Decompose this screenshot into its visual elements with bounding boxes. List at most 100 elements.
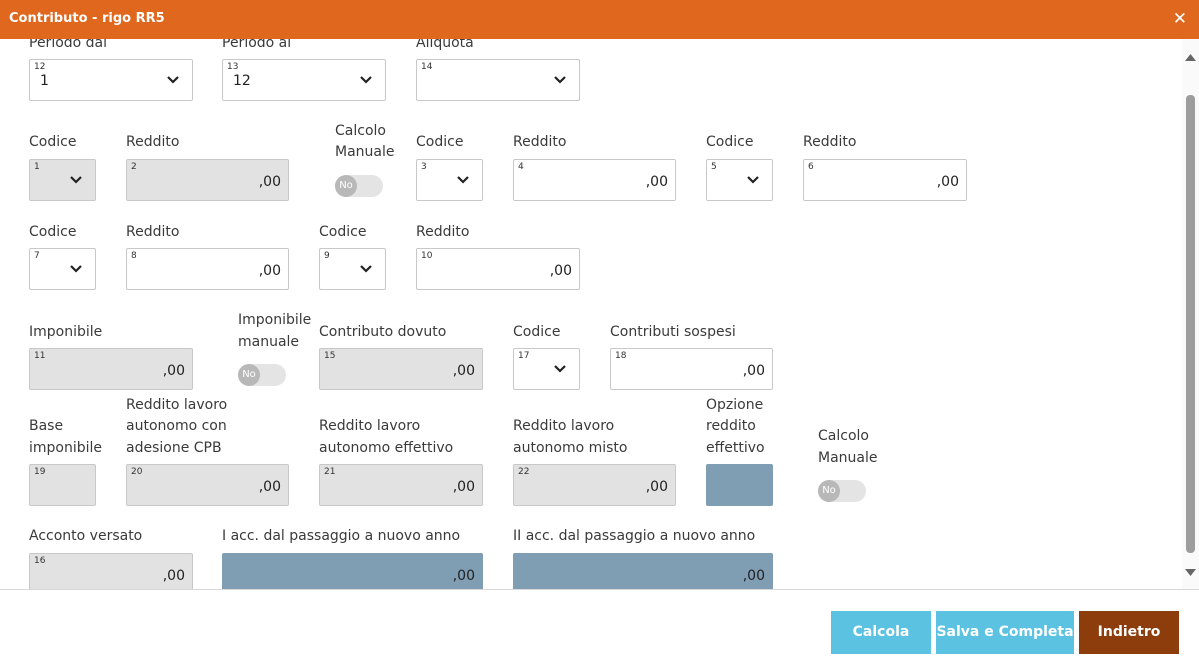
field-value: ,00 — [742, 363, 765, 379]
select-codice-1[interactable]: 1 — [29, 159, 96, 201]
field-number: 2 — [131, 162, 137, 172]
label-codice-1: Codice — [29, 134, 77, 150]
toggle-knob: No — [335, 175, 357, 197]
label-codice-7: Codice — [29, 224, 77, 240]
label-ii-acc: II acc. dal passaggio a nuovo anno — [513, 528, 756, 544]
label-reddito-2: Reddito — [126, 134, 180, 150]
label-base-imponibile: Base — [29, 418, 64, 434]
select-periodo-dal[interactable]: 12 1 — [29, 59, 193, 101]
chevron-down-icon — [554, 76, 566, 84]
field-number: 3 — [421, 162, 427, 172]
label-calcolo-manuale-b: Calcolo — [818, 428, 869, 444]
label-base-imponibile-2: imponibile — [29, 440, 103, 456]
field-imponibile: 11 ,00 — [29, 348, 193, 390]
field-rla-misto: 22 ,00 — [513, 464, 676, 506]
toggle-calcolo-manuale-b[interactable]: No — [818, 480, 866, 502]
field-rla-effettivo: 21 ,00 — [319, 464, 483, 506]
select-codice-3[interactable]: 3 — [416, 159, 483, 201]
chevron-down-icon — [457, 176, 469, 184]
select-aliquota[interactable]: 14 — [416, 59, 580, 101]
toggle-calcolo-manuale[interactable]: No — [335, 175, 383, 197]
label-calcolo-manuale: Calcolo — [335, 123, 386, 139]
field-i-acc: ,00 — [222, 553, 483, 589]
scroll-up-icon[interactable] — [1185, 53, 1196, 61]
field-number: 5 — [711, 162, 717, 172]
field-number: 4 — [518, 162, 524, 172]
field-value: ,00 — [742, 568, 765, 584]
input-reddito-4[interactable]: 4 ,00 — [513, 159, 676, 201]
field-number: 12 — [34, 62, 46, 72]
select-periodo-al[interactable]: 13 12 — [222, 59, 386, 101]
field-value: ,00 — [645, 174, 668, 190]
field-acconto-versato: 16 ,00 — [29, 553, 193, 589]
field-number: 16 — [34, 556, 46, 566]
label-opzione-3: effettivo — [706, 440, 765, 456]
input-reddito-8[interactable]: 8 ,00 — [126, 248, 289, 290]
chevron-down-icon — [360, 265, 372, 273]
field-ii-acc: ,00 — [513, 553, 773, 589]
indietro-button[interactable]: Indietro — [1079, 611, 1179, 654]
vertical-scrollbar[interactable] — [1182, 39, 1199, 589]
label-reddito-4: Reddito — [513, 134, 567, 150]
select-codice-9[interactable]: 9 — [319, 248, 386, 290]
field-number: 1 — [34, 162, 40, 172]
label-reddito-8: Reddito — [126, 224, 180, 240]
chevron-down-icon — [167, 76, 179, 84]
field-value: ,00 — [936, 174, 959, 190]
field-number: 21 — [324, 467, 336, 477]
chevron-down-icon — [360, 76, 372, 84]
dialog-titlebar: Contributo - rigo RR5 ✕ — [0, 0, 1199, 39]
input-reddito-10[interactable]: 10 ,00 — [416, 248, 580, 290]
field-number: 18 — [615, 351, 627, 361]
field-value: ,00 — [258, 479, 281, 495]
select-codice-17[interactable]: 17 — [513, 348, 580, 390]
field-value: ,00 — [162, 568, 185, 584]
label-periodo-al: Periodo al — [222, 39, 292, 51]
field-number: 20 — [131, 467, 143, 477]
input-contributi-sospesi[interactable]: 18 ,00 — [610, 348, 773, 390]
field-opzione-reddito-effettivo — [706, 464, 773, 506]
label-calcolo-manuale-2: Manuale — [335, 144, 395, 160]
label-imponibile: Imponibile — [29, 324, 103, 340]
chevron-down-icon — [554, 365, 566, 373]
select-codice-7[interactable]: 7 — [29, 248, 96, 290]
scroll-down-icon[interactable] — [1185, 569, 1196, 577]
form-content: Periodo dal Periodo al Aliquota 12 1 13 … — [0, 39, 1199, 589]
field-number: 14 — [421, 62, 433, 72]
select-codice-5[interactable]: 5 — [706, 159, 773, 201]
toggle-imponibile-manuale[interactable]: No — [238, 364, 286, 386]
field-base-imponibile: 19 — [29, 464, 96, 506]
label-imponibile-manuale-2: manuale — [238, 334, 300, 350]
close-icon[interactable]: ✕ — [1173, 9, 1187, 29]
label-contributo-dovuto: Contributo dovuto — [319, 324, 447, 340]
chevron-down-icon — [747, 176, 759, 184]
label-rla-effettivo: Reddito lavoro — [319, 418, 421, 434]
label-opzione: Opzione — [706, 397, 764, 413]
label-rla-misto: Reddito lavoro — [513, 418, 615, 434]
scrollbar-thumb[interactable] — [1186, 95, 1195, 553]
label-codice-5: Codice — [706, 134, 754, 150]
label-acconto-versato: Acconto versato — [29, 528, 143, 544]
toggle-knob: No — [238, 364, 260, 386]
chevron-down-icon — [70, 176, 82, 184]
field-number: 22 — [518, 467, 530, 477]
field-number: 11 — [34, 351, 46, 361]
field-number: 13 — [227, 62, 239, 72]
field-value: ,00 — [258, 263, 281, 279]
field-number: 17 — [518, 351, 530, 361]
dialog-title: Contributo - rigo RR5 — [9, 11, 165, 26]
calcola-button[interactable]: Calcola — [831, 611, 931, 654]
field-number: 10 — [421, 251, 433, 261]
label-codice-9: Codice — [319, 224, 367, 240]
field-value: ,00 — [258, 174, 281, 190]
select-value: 1 — [40, 73, 49, 89]
field-number: 9 — [324, 251, 330, 261]
input-reddito-6[interactable]: 6 ,00 — [803, 159, 967, 201]
field-number: 15 — [324, 351, 336, 361]
salva-completa-button[interactable]: Salva e Completa — [936, 611, 1074, 654]
field-value: ,00 — [549, 263, 572, 279]
label-i-acc: I acc. dal passaggio a nuovo anno — [222, 528, 461, 544]
label-rla-cpb: Reddito lavoro — [126, 397, 228, 413]
label-contributi-sospesi: Contributi sospesi — [610, 324, 736, 340]
field-number: 8 — [131, 251, 137, 261]
